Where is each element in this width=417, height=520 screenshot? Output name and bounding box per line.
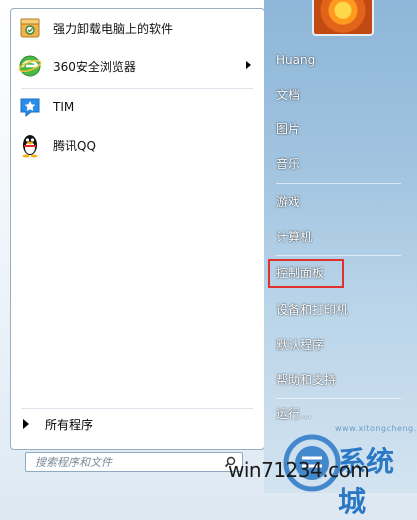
control-panel-highlight-box	[268, 259, 344, 288]
search-input[interactable]	[33, 454, 217, 470]
program-label: TIM	[53, 100, 75, 114]
pictures-link[interactable]: 图片	[276, 119, 402, 139]
separator	[21, 88, 253, 89]
separator	[276, 398, 401, 399]
program-item-tim[interactable]: TIM	[17, 90, 257, 124]
submenu-arrow-icon	[246, 61, 251, 69]
program-item-qq[interactable]: 腾讯QQ	[17, 128, 257, 162]
expand-arrow-icon	[23, 419, 29, 429]
watermark-text: win71234.com	[228, 458, 370, 482]
music-link[interactable]: 音乐	[276, 154, 402, 174]
all-programs-button[interactable]: 所有程序	[17, 413, 257, 435]
program-label: 强力卸载电脑上的软件	[53, 21, 174, 36]
qq-penguin-icon	[17, 132, 43, 158]
start-menu: 强力卸载电脑上的软件 360安全浏览器 TIM 腾讯QQ 所有程序 搜索程序和文…	[0, 0, 417, 518]
tim-icon	[17, 94, 43, 120]
search-box[interactable]	[25, 452, 243, 472]
program-item-360-browser[interactable]: 360安全浏览器	[17, 49, 257, 83]
programs-pane: 强力卸载电脑上的软件 360安全浏览器 TIM 腾讯QQ 所有程序	[10, 8, 265, 450]
all-programs-label: 所有程序	[45, 417, 94, 432]
program-label: 腾讯QQ	[53, 138, 96, 153]
separator	[21, 408, 253, 409]
help-support-link[interactable]: 帮助和支持	[276, 370, 402, 390]
uninstall-box-icon	[17, 15, 43, 41]
program-label: 360安全浏览器	[53, 59, 136, 74]
user-name-link[interactable]: Huang	[276, 50, 402, 70]
watermark-url: www.xitongcheng.com	[335, 424, 417, 433]
separator	[276, 183, 401, 184]
user-avatar[interactable]	[312, 0, 374, 36]
360-browser-icon	[17, 53, 43, 79]
devices-printers-link[interactable]: 设备和打印机	[276, 300, 402, 320]
default-programs-link[interactable]: 默认程序	[276, 335, 402, 355]
separator	[276, 255, 401, 256]
program-item-uninstaller[interactable]: 强力卸载电脑上的软件	[17, 11, 257, 45]
computer-link[interactable]: 计算机	[276, 227, 402, 247]
games-link[interactable]: 游戏	[276, 192, 402, 212]
documents-link[interactable]: 文档	[276, 85, 402, 105]
